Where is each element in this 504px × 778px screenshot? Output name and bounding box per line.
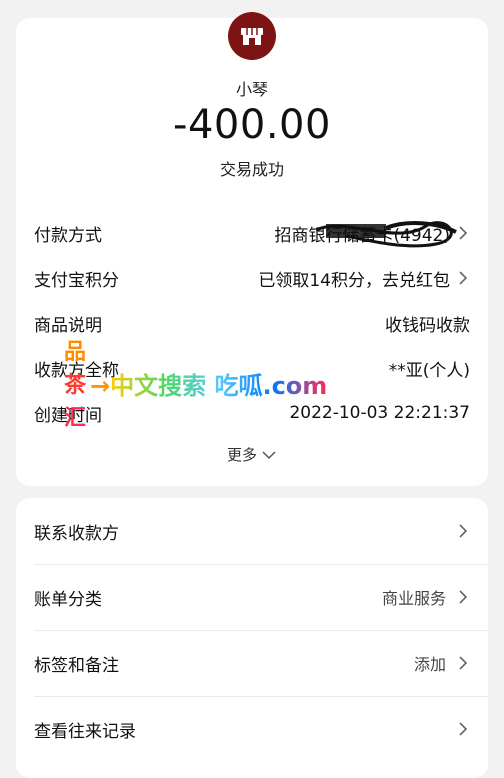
watermark-arrow: →	[90, 372, 111, 400]
detail-label: 付款方式	[34, 225, 102, 246]
transaction-amount: -400.00	[173, 102, 331, 148]
transaction-status: 交易成功	[219, 160, 284, 179]
row-label: 查看往来记录	[34, 721, 136, 742]
detail-value: **亚(个人)	[388, 360, 470, 381]
watermark-char: 品	[64, 340, 87, 365]
row-label: 联系收款方	[34, 523, 119, 544]
merchant-avatar	[228, 12, 276, 60]
detail-row-points[interactable]: 支付宝积分 已领取14积分，去兑红包	[34, 263, 470, 293]
shop-icon	[241, 28, 263, 45]
row-label: 标签和备注	[34, 655, 119, 676]
transaction-detail-card: 小琴 -400.00 交易成功 付款方式 招商银行储蓄卡(4942) 支付宝积分…	[16, 12, 488, 486]
chevron-right-icon	[459, 656, 468, 670]
more-label: 更多	[226, 446, 257, 464]
detail-label: 支付宝积分	[34, 270, 119, 291]
detail-label: 商品说明	[34, 315, 102, 336]
chevron-down-icon	[262, 450, 276, 459]
detail-value: 已领取14积分，去兑红包	[258, 270, 450, 291]
chevron-right-icon	[459, 722, 468, 736]
detail-row-created-time: 创建时间 2022-10-03 22:21:37	[34, 398, 470, 428]
row-value: 添加	[413, 655, 446, 674]
row-value: 商业服务	[381, 589, 446, 608]
chevron-right-icon	[459, 524, 468, 538]
detail-value: 收钱码收款	[385, 315, 470, 336]
chevron-right-icon	[459, 271, 468, 285]
contact-payee-row[interactable]: 联系收款方	[34, 498, 470, 564]
watermark-char: 汇	[64, 406, 87, 431]
chevron-right-icon	[459, 590, 468, 604]
tags-notes-row[interactable]: 标签和备注 添加	[34, 630, 470, 696]
detail-row-description: 商品说明 收钱码收款	[34, 308, 470, 338]
redaction-scribble	[315, 221, 457, 248]
more-button[interactable]: 更多	[16, 444, 488, 465]
history-records-row[interactable]: 查看往来记录	[34, 696, 470, 762]
watermark-text: 中文搜索 吃呱.com	[110, 372, 328, 400]
detail-value: 2022-10-03 22:21:37	[289, 403, 470, 423]
actions-card: 联系收款方 账单分类 商业服务 标签和备注 添加 查看往来记录	[16, 498, 488, 778]
row-label: 账单分类	[34, 589, 102, 610]
merchant-name: 小琴	[235, 80, 268, 99]
bill-category-row[interactable]: 账单分类 商业服务	[34, 564, 470, 630]
